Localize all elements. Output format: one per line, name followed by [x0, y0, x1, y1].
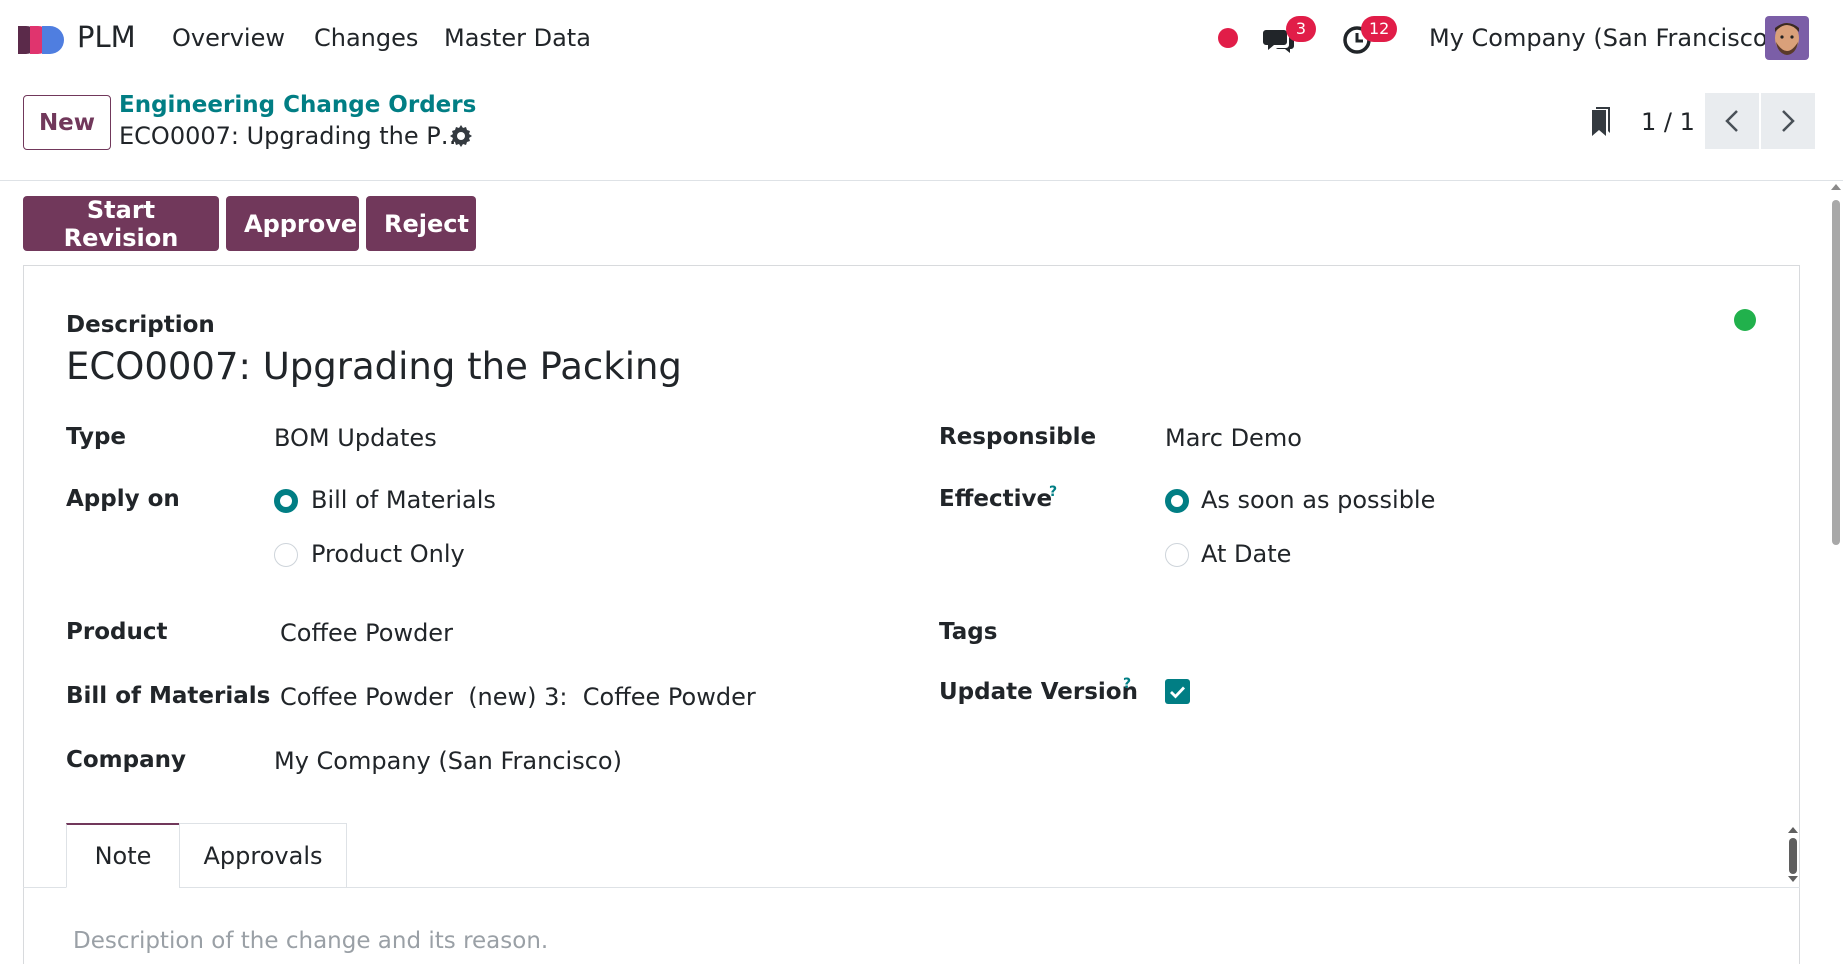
start-revision-button[interactable]: Start Revision	[23, 196, 219, 252]
new-button[interactable]: New	[23, 95, 111, 150]
note-editor[interactable]: Description of the change and its reason…	[73, 928, 548, 954]
inner-scrollbar-thumb[interactable]	[1789, 838, 1797, 874]
type-label: Type	[66, 424, 127, 450]
responsible-label: Responsible	[939, 424, 1097, 450]
radio-at-date[interactable]	[1165, 543, 1189, 567]
app-name[interactable]: PLM	[77, 20, 136, 54]
description-label: Description	[66, 312, 215, 338]
pager-previous-button[interactable]	[1705, 93, 1759, 149]
tags-label: Tags	[939, 619, 998, 645]
breadcrumb-parent[interactable]: Engineering Change Orders	[119, 92, 476, 118]
top-navbar: PLM Overview Changes Master Data 3 12 My…	[0, 0, 1843, 78]
kanban-state-indicator[interactable]	[1734, 309, 1756, 331]
checkmark-icon	[1170, 686, 1186, 699]
apply-on-label: Apply on	[66, 486, 180, 512]
page-scrollbar-thumb[interactable]	[1832, 200, 1840, 545]
effective-label: Effective	[939, 486, 1053, 512]
apply-on-option-bom[interactable]: Bill of Materials	[311, 486, 496, 514]
record-status-icon[interactable]	[1218, 28, 1238, 48]
record-title[interactable]: ECO0007: Upgrading the Packing	[66, 345, 682, 388]
chevron-right-icon	[1782, 110, 1795, 132]
effective-option-at-date[interactable]: At Date	[1201, 540, 1291, 568]
type-field[interactable]: BOM Updates	[274, 424, 437, 452]
reject-button[interactable]: Reject	[366, 196, 476, 251]
chevron-left-icon	[1725, 110, 1738, 132]
activities-count-badge: 12	[1361, 16, 1398, 42]
product-label: Product	[66, 619, 168, 645]
product-field[interactable]: Coffee Powder	[280, 619, 453, 647]
control-panel-divider	[0, 180, 1843, 181]
inner-scroll-down-icon[interactable]	[1788, 876, 1798, 882]
user-avatar[interactable]	[1765, 16, 1809, 60]
bookmark-icon[interactable]	[1588, 107, 1612, 139]
effective-option-asap[interactable]: As soon as possible	[1201, 486, 1435, 514]
responsible-field[interactable]: Marc Demo	[1165, 424, 1302, 452]
company-field[interactable]: My Company (San Francisco)	[274, 747, 622, 775]
inner-scroll-up-icon[interactable]	[1788, 827, 1798, 833]
tab-approvals[interactable]: Approvals	[179, 823, 347, 888]
company-label: Company	[66, 747, 186, 773]
scroll-up-arrow-icon[interactable]	[1831, 184, 1841, 190]
menu-changes[interactable]: Changes	[314, 24, 418, 52]
company-switcher[interactable]: My Company (San Francisco)	[1429, 24, 1777, 52]
update-version-label: Update Version	[939, 679, 1138, 705]
plm-logo-icon[interactable]	[16, 24, 64, 56]
tab-note[interactable]: Note	[66, 823, 180, 888]
apply-on-option-product[interactable]: Product Only	[311, 540, 465, 568]
approve-button[interactable]: Approve	[226, 196, 359, 251]
menu-overview[interactable]: Overview	[172, 24, 285, 52]
radio-bill-of-materials[interactable]	[274, 489, 298, 513]
radio-as-soon-as-possible[interactable]	[1165, 489, 1189, 513]
tab-note-label: Note	[94, 842, 152, 870]
bom-label: Bill of Materials	[66, 683, 271, 709]
menu-master-data[interactable]: Master Data	[444, 24, 591, 52]
gear-icon[interactable]	[449, 124, 473, 148]
bom-field[interactable]: Coffee Powder (new) 3: Coffee Powder	[280, 683, 756, 711]
tab-approvals-label: Approvals	[203, 841, 323, 870]
pager-next-button[interactable]	[1761, 93, 1815, 149]
pager-value[interactable]: 1 / 1	[1641, 108, 1695, 136]
update-version-help-tooltip[interactable]: ?	[1123, 676, 1131, 692]
radio-product-only[interactable]	[274, 543, 298, 567]
effective-help-tooltip[interactable]: ?	[1049, 484, 1057, 500]
breadcrumb-current: ECO0007: Upgrading the P…	[119, 122, 465, 150]
update-version-checkbox[interactable]	[1165, 679, 1190, 704]
messages-count-badge: 3	[1286, 16, 1316, 42]
